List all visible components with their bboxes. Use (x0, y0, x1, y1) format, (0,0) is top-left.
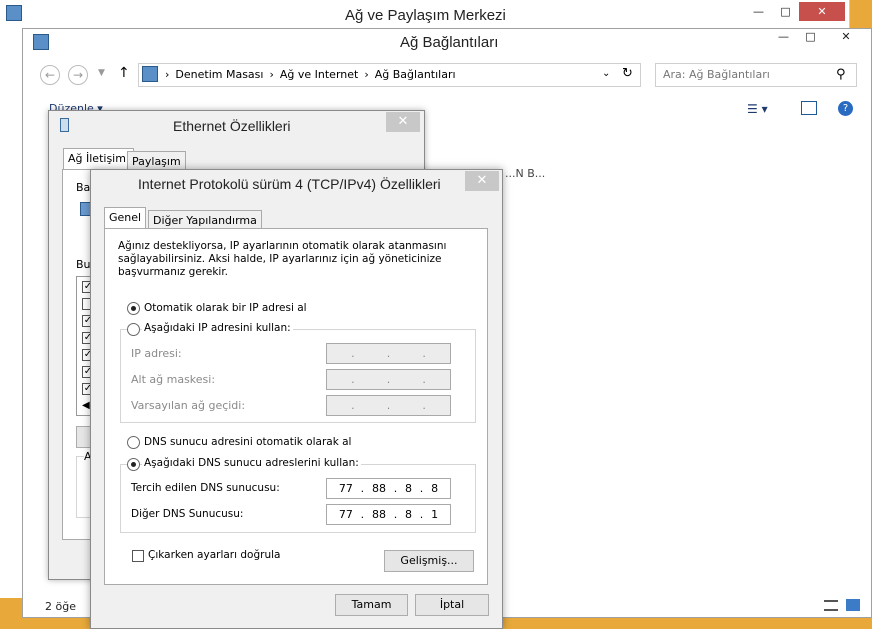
ipv4-close-button[interactable]: ✕ (465, 171, 499, 191)
address-location-icon (142, 66, 158, 82)
forward-button[interactable]: → (68, 65, 88, 85)
net-connections-icon (33, 34, 49, 50)
alternate-dns-octet: 77 (338, 508, 353, 521)
preferred-dns-octet: 8 (405, 482, 413, 495)
breadcrumb-item-connections[interactable]: Ağ Bağlantıları (375, 68, 456, 81)
item-count: 2 öğe (45, 600, 76, 613)
network-center-icon (6, 5, 22, 21)
ipv4-dialog-title: Internet Protokolü sürüm 4 (TCP/IPv4) Öz… (138, 176, 441, 192)
breadcrumb-item-control-panel[interactable]: Denetim Masası (175, 68, 263, 81)
search-input[interactable]: Ara: Ağ Bağlantıları (655, 63, 857, 87)
dns-auto-radio[interactable] (127, 436, 140, 449)
ethernet-dialog-icon (60, 118, 69, 132)
search-icon[interactable]: ⚲ (836, 67, 846, 82)
ethernet-close-button[interactable]: ✕ (386, 112, 420, 132)
partial-connection-text: ...N B... (505, 167, 546, 180)
view-options-icon[interactable]: ☰ ▾ (747, 102, 768, 116)
ip-manual-label[interactable]: Aşağıdaki IP adresini kullan: (142, 322, 293, 334)
preferred-dns-octet: 77 (338, 482, 353, 495)
minimize-button[interactable]: — (745, 2, 772, 21)
refresh-icon[interactable]: ↻ (622, 66, 633, 81)
tab-networking[interactable]: Ağ İletişimi (63, 148, 134, 170)
nc-minimize-button[interactable]: — (770, 27, 797, 46)
dns-manual-label[interactable]: Aşağıdaki DNS sunucu adreslerini kullan: (142, 457, 361, 469)
ip-auto-radio[interactable] (127, 302, 140, 315)
breadcrumb-sep-icon: › (364, 68, 369, 81)
dns-manual-radio[interactable] (127, 458, 140, 471)
scroll-left-icon[interactable]: ◀ (82, 400, 90, 411)
breadcrumb-item-network[interactable]: Ağ ve Internet (280, 68, 358, 81)
recent-dropdown-icon[interactable]: ▼ (98, 68, 105, 78)
net-connections-title: Ağ Bağlantıları (400, 34, 499, 51)
alternate-dns-label: Diğer DNS Sunucusu: (131, 508, 244, 520)
gateway-field[interactable]: ... (326, 395, 451, 416)
tab-general[interactable]: Genel (104, 207, 147, 229)
dns-auto-label[interactable]: DNS sunucu adresini otomatik olarak al (144, 436, 351, 448)
tab-alternate-config[interactable]: Diğer Yapılandırma (148, 210, 262, 229)
network-center-title: Ağ ve Paylaşım Merkezi (345, 7, 506, 24)
search-placeholder: Ara: Ağ Bağlantıları (663, 68, 770, 81)
close-button[interactable]: ✕ (799, 2, 845, 21)
preferred-dns-octet: 8 (431, 482, 439, 495)
alternate-dns-octet: 8 (405, 508, 413, 521)
ip-address-field[interactable]: ... (326, 343, 451, 364)
validate-checkbox[interactable] (132, 550, 144, 562)
preview-pane-icon[interactable] (801, 101, 817, 115)
up-button[interactable]: ↑ (118, 65, 130, 81)
address-dropdown-icon[interactable]: ⌄ (602, 68, 610, 79)
ip-manual-radio[interactable] (127, 323, 140, 336)
large-icons-view-icon[interactable] (846, 599, 860, 611)
nc-maximize-button[interactable]: □ (797, 27, 824, 46)
nc-close-button[interactable]: ✕ (826, 27, 866, 46)
preferred-dns-field[interactable]: 77. 88. 8. 8 (326, 478, 451, 499)
validate-label[interactable]: Çıkarken ayarları doğrula (148, 549, 280, 561)
gateway-label: Varsayılan ağ geçidi: (131, 399, 246, 412)
breadcrumb-sep-icon: › (165, 68, 170, 81)
tab-sharing[interactable]: Paylaşım (127, 151, 186, 170)
alternate-dns-field[interactable]: 77. 88. 8. 1 (326, 504, 451, 525)
help-icon[interactable]: ? (838, 101, 853, 116)
subnet-mask-label: Alt ağ maskesi: (131, 373, 216, 386)
back-button[interactable]: ← (40, 65, 60, 85)
ethernet-dialog-title: Ethernet Özellikleri (173, 118, 291, 134)
subnet-mask-field[interactable]: ... (326, 369, 451, 390)
breadcrumb-sep-icon: › (269, 68, 274, 81)
alternate-dns-octet: 1 (431, 508, 439, 521)
breadcrumb: › Denetim Masası › Ağ ve Internet › Ağ B… (165, 68, 456, 81)
ok-button[interactable]: Tamam (335, 594, 408, 616)
preferred-dns-label: Tercih edilen DNS sunucusu: (131, 482, 280, 494)
alternate-dns-octet: 88 (371, 508, 386, 521)
cancel-button[interactable]: İptal (415, 594, 489, 616)
ipv4-description: Ağınız destekliyorsa, IP ayarlarının oto… (118, 240, 447, 278)
advanced-button[interactable]: Gelişmiş... (384, 550, 474, 572)
details-view-icon[interactable] (824, 600, 838, 611)
ethernet-partial-label-uses: Bu (76, 258, 91, 271)
preferred-dns-octet: 88 (371, 482, 386, 495)
ethernet-partial-label-connect: Ba (76, 181, 91, 194)
ip-address-label: IP adresi: (131, 347, 182, 360)
ip-auto-label[interactable]: Otomatik olarak bir IP adresi al (144, 302, 307, 314)
maximize-button[interactable]: □ (772, 2, 799, 21)
